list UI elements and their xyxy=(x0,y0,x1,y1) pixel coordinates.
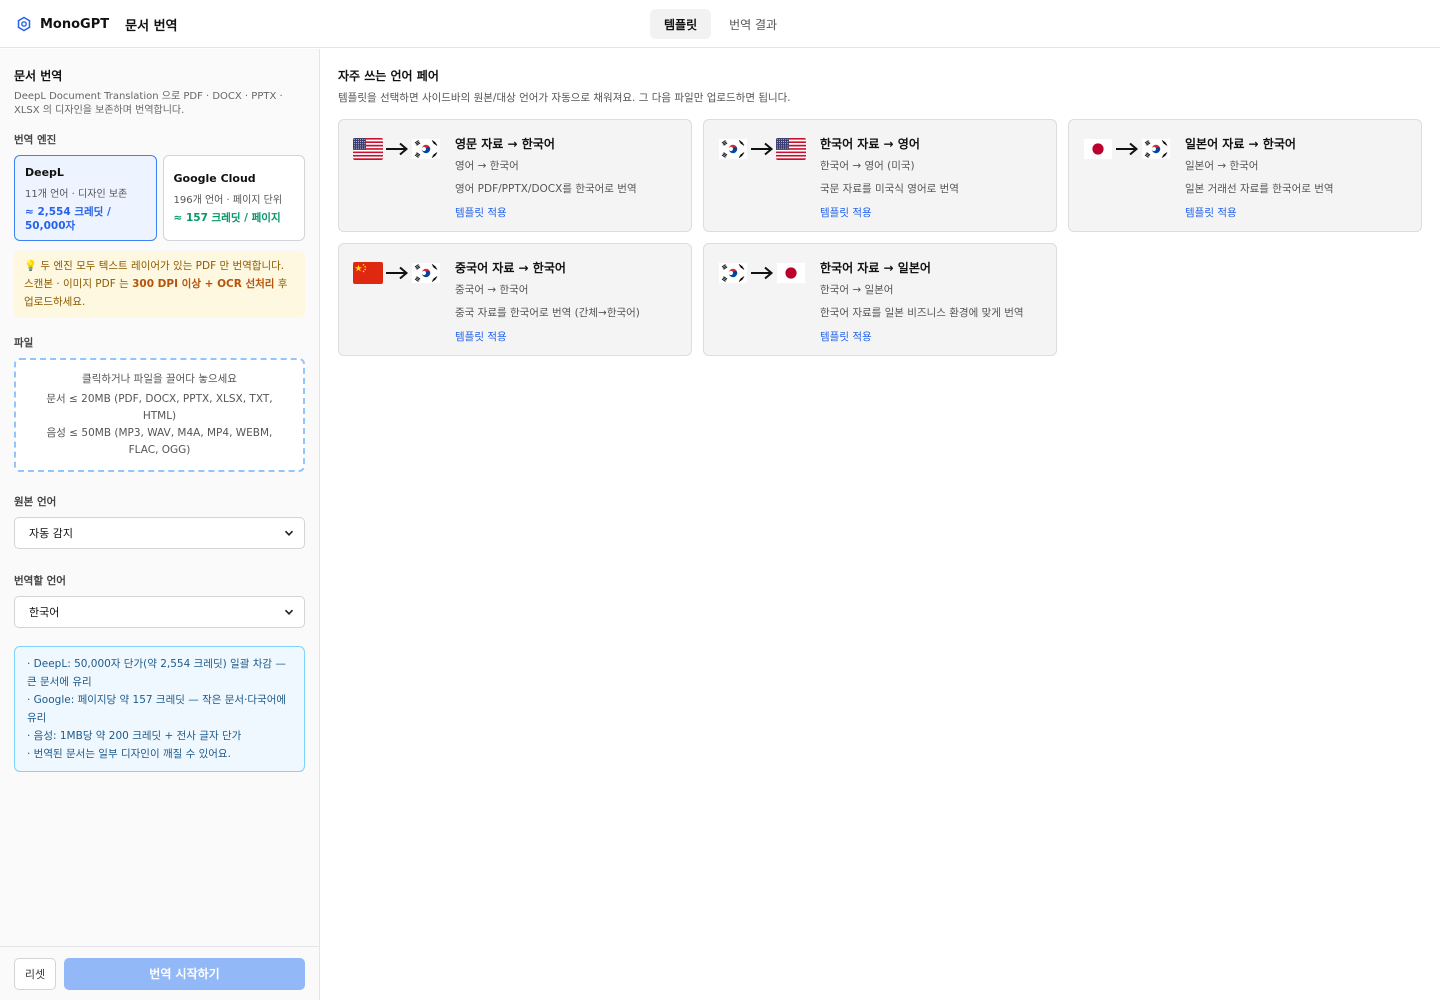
template-card[interactable]: 한국어 자료 → 일본어한국어 → 일본어한국어 자료를 일본 비즈니스 환경에… xyxy=(703,243,1057,356)
kr-flag-icon xyxy=(718,262,748,284)
main-content: 자주 쓰는 언어 페어 템플릿을 선택하면 사이드바의 원본/대상 언어가 자동… xyxy=(338,67,1424,356)
template-description: 영어 PDF/PPTX/DOCX를 한국어로 번역 xyxy=(455,183,637,195)
target-language-value: 한국어 xyxy=(29,606,60,619)
apply-template-link[interactable]: 템플릿 적용 xyxy=(820,329,872,344)
lightbulb-icon: 💡 xyxy=(24,260,38,272)
top-bar: MonoGPT 문서 번역 템플릿 번역 결과 xyxy=(0,0,1440,48)
kr-flag-icon xyxy=(411,138,441,160)
template-language-pair: 중국어 → 한국어 xyxy=(455,284,529,296)
flag-pair xyxy=(353,258,455,288)
flag-pair xyxy=(1083,134,1185,164)
arrow-right-icon xyxy=(385,141,409,157)
engine-cost: ≈ 157 크레딧 / 페이지 xyxy=(173,212,281,224)
warning-strong: 300 DPI 이상 + OCR 선처리 xyxy=(132,278,275,290)
file-label: 파일 xyxy=(14,337,34,349)
section-title: 자주 쓰는 언어 페어 xyxy=(338,69,439,83)
app-name: MonoGPT xyxy=(40,16,110,32)
flag-pair xyxy=(718,258,820,288)
tab-templates[interactable]: 템플릿 xyxy=(650,9,712,39)
info-line: · 음성: 1MB당 약 200 크레딧 + 전사 글자 단가 xyxy=(27,730,242,742)
arrow-right-icon xyxy=(1115,141,1139,157)
engine-sub: 11개 언어 · 디자인 보존 xyxy=(25,189,128,200)
template-description: 국문 자료를 미국식 영어로 번역 xyxy=(820,183,959,195)
template-grid: 영문 자료 → 한국어영어 → 한국어영어 PDF/PPTX/DOCX를 한국어… xyxy=(338,119,1424,356)
engine-name: Google Cloud xyxy=(173,172,256,185)
page-title: 문서 번역 xyxy=(125,18,178,34)
engine-option-deepl[interactable]: DeepL 11개 언어 · 디자인 보존 ≈ 2,554 크레딧 / 50,0… xyxy=(14,155,157,241)
template-card-body: 한국어 자료 → 영어한국어 → 영어 (미국) 국문 자료를 미국식 영어로 번… xyxy=(820,134,1042,220)
section-description: 템플릿을 선택하면 사이드바의 원본/대상 언어가 자동으로 채워져요. 그 다… xyxy=(338,92,791,104)
apply-template-link[interactable]: 템플릿 적용 xyxy=(455,205,507,220)
engine-name: DeepL xyxy=(25,166,64,179)
apply-template-link[interactable]: 템플릿 적용 xyxy=(820,205,872,220)
template-description: 중국 자료를 한국어로 번역 (간체→한국어) xyxy=(455,307,640,319)
file-dropzone[interactable]: 클릭하거나 파일을 끌어다 놓으세요 문서 ≤ 20MB (PDF, DOCX,… xyxy=(14,358,305,472)
pricing-info: · DeepL: 50,000자 단가(약 2,554 크레딧) 일괄 차감 —… xyxy=(14,646,305,772)
template-language-pair: 한국어 → 일본어 xyxy=(820,284,894,296)
arrow-right-icon xyxy=(385,265,409,281)
template-description: 한국어 자료를 일본 비즈니스 환경에 맞게 번역 xyxy=(820,307,1024,319)
arrow-right-icon xyxy=(750,265,774,281)
flag-pair xyxy=(718,134,820,164)
kr-flag-icon xyxy=(411,262,441,284)
source-language-label: 원본 언어 xyxy=(14,496,57,508)
sidebar-footer: 리셋 번역 시작하기 xyxy=(0,946,319,1000)
tab-bar: 템플릿 번역 결과 xyxy=(650,9,791,39)
jp-flag-icon xyxy=(776,262,806,284)
template-card-body: 일본어 자료 → 한국어일본어 → 한국어일본 거래선 자료를 한국어로 번역템… xyxy=(1185,134,1407,220)
template-language-pair: 영어 → 한국어 xyxy=(455,160,519,172)
info-line: · Google: 페이지당 약 157 크레딧 — 작은 문서·다국어에 유리 xyxy=(27,694,287,724)
logo-icon xyxy=(16,16,32,32)
kr-flag-icon xyxy=(718,138,748,160)
arrow-right-icon xyxy=(750,141,774,157)
engine-label: 번역 엔진 xyxy=(14,134,57,146)
sidebar-description: DeepL Document Translation 으로 PDF · DOCX… xyxy=(14,91,283,116)
cn-flag-icon xyxy=(353,262,383,284)
start-translation-button[interactable]: 번역 시작하기 xyxy=(64,957,305,990)
template-card[interactable]: 일본어 자료 → 한국어일본어 → 한국어일본 거래선 자료를 한국어로 번역템… xyxy=(1068,119,1422,232)
template-card-body: 영문 자료 → 한국어영어 → 한국어영어 PDF/PPTX/DOCX를 한국어… xyxy=(455,134,677,220)
sidebar: 문서 번역 DeepL Document Translation 으로 PDF … xyxy=(0,49,320,1000)
us-flag-icon xyxy=(353,138,383,160)
template-language-pair: 한국어 → 영어 (미국) xyxy=(820,160,915,172)
template-title: 영문 자료 → 한국어 xyxy=(455,137,555,151)
template-description: 일본 거래선 자료를 한국어로 번역 xyxy=(1185,183,1334,195)
template-card[interactable]: 중국어 자료 → 한국어중국어 → 한국어중국 자료를 한국어로 번역 (간체→… xyxy=(338,243,692,356)
engine-selector: DeepL 11개 언어 · 디자인 보존 ≈ 2,554 크레딧 / 50,0… xyxy=(14,155,305,241)
info-line: · 번역된 문서는 일부 디자인이 깨질 수 있어요. xyxy=(27,748,231,760)
brand[interactable]: MonoGPT 문서 번역 xyxy=(16,0,178,48)
engine-cost: ≈ 2,554 크레딧 / 50,000자 xyxy=(25,206,111,232)
info-line: · DeepL: 50,000자 단가(약 2,554 크레딧) 일괄 차감 —… xyxy=(27,658,286,688)
chevron-down-icon xyxy=(284,607,294,617)
dropzone-docs-limit: 문서 ≤ 20MB (PDF, DOCX, PPTX, XLSX, TXT, H… xyxy=(46,393,273,422)
dropzone-audio-limit: 음성 ≤ 50MB (MP3, WAV, M4A, MP4, WEBM, FLA… xyxy=(46,427,273,456)
sidebar-title: 문서 번역 xyxy=(14,69,63,83)
chevron-down-icon xyxy=(284,528,294,538)
target-language-select[interactable]: 한국어 xyxy=(14,596,305,628)
flag-pair xyxy=(353,134,455,164)
ocr-warning: 💡 두 엔진 모두 텍스트 레이어가 있는 PDF 만 번역합니다. 스캔본 ·… xyxy=(14,251,305,317)
source-language-select[interactable]: 자동 감지 xyxy=(14,517,305,549)
template-card[interactable]: 영문 자료 → 한국어영어 → 한국어영어 PDF/PPTX/DOCX를 한국어… xyxy=(338,119,692,232)
target-language-label: 번역할 언어 xyxy=(14,575,66,587)
template-title: 중국어 자료 → 한국어 xyxy=(455,261,566,275)
us-flag-icon xyxy=(776,138,806,160)
apply-template-link[interactable]: 템플릿 적용 xyxy=(1185,205,1237,220)
template-title: 일본어 자료 → 한국어 xyxy=(1185,137,1296,151)
kr-flag-icon xyxy=(1141,138,1171,160)
template-card-body: 중국어 자료 → 한국어중국어 → 한국어중국 자료를 한국어로 번역 (간체→… xyxy=(455,258,677,344)
jp-flag-icon xyxy=(1083,138,1113,160)
template-language-pair: 일본어 → 한국어 xyxy=(1185,160,1259,172)
template-card[interactable]: 한국어 자료 → 영어한국어 → 영어 (미국) 국문 자료를 미국식 영어로 번… xyxy=(703,119,1057,232)
template-title: 한국어 자료 → 영어 xyxy=(820,137,920,151)
dropzone-main-text: 클릭하거나 파일을 끌어다 놓으세요 xyxy=(82,373,237,385)
reset-button[interactable]: 리셋 xyxy=(14,957,56,990)
engine-option-google[interactable]: Google Cloud 196개 언어 · 페이지 단위 ≈ 157 크레딧 … xyxy=(162,155,305,241)
apply-template-link[interactable]: 템플릿 적용 xyxy=(455,329,507,344)
engine-sub: 196개 언어 · 페이지 단위 xyxy=(173,195,283,206)
source-language-value: 자동 감지 xyxy=(29,527,73,540)
template-card-body: 한국어 자료 → 일본어한국어 → 일본어한국어 자료를 일본 비즈니스 환경에… xyxy=(820,258,1042,344)
template-title: 한국어 자료 → 일본어 xyxy=(820,261,931,275)
tab-results[interactable]: 번역 결과 xyxy=(715,9,791,39)
